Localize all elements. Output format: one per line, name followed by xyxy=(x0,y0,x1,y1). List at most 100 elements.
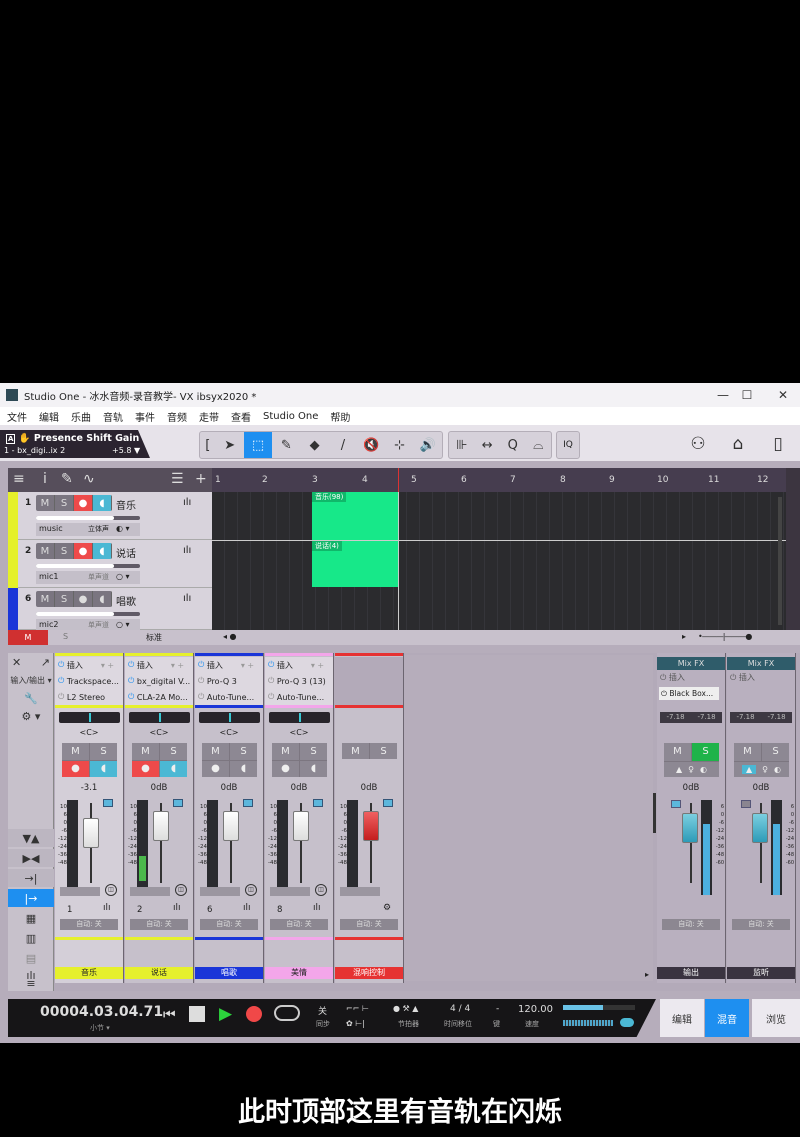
channel-name[interactable]: 音乐 xyxy=(55,967,123,979)
menu-event[interactable]: 事件 xyxy=(135,409,155,424)
snap-button[interactable]: ⊪ xyxy=(449,432,475,458)
power-icon[interactable]: ⏻ xyxy=(58,692,64,702)
edit-icon[interactable] xyxy=(383,799,393,807)
power-icon[interactable]: ⏻ xyxy=(268,660,274,670)
volume-fader[interactable] xyxy=(83,818,99,848)
insert-slot[interactable]: ⏻ CLA-2A Mo... xyxy=(128,690,188,704)
banks-icon[interactable]: ▤ xyxy=(8,949,54,967)
split-tool-button[interactable]: ✎ xyxy=(272,432,300,458)
insert-slot[interactable]: ⏻ Pro-Q 3 (13) xyxy=(268,674,326,688)
edit-icon[interactable] xyxy=(243,799,253,807)
record-arm-button[interactable]: ● xyxy=(132,760,159,777)
insert-header[interactable]: ⏻ 插入 ▾ + xyxy=(58,658,114,672)
zoom-slider[interactable]: •———|———● xyxy=(698,632,752,641)
mute-button[interactable]: M xyxy=(36,591,55,607)
pan-control[interactable] xyxy=(129,712,190,723)
power-icon[interactable]: ⏻ xyxy=(268,676,274,686)
time-unit-select[interactable]: 小节 ▾ xyxy=(90,1023,110,1033)
solo-button[interactable]: S xyxy=(55,495,74,511)
mix-mode-button[interactable]: 混音 xyxy=(705,999,749,1037)
keyboard-icon[interactable]: ▥ xyxy=(8,929,54,947)
arrow-tool-button[interactable]: ➤ xyxy=(216,432,244,458)
track-options-icon[interactable]: ☰ xyxy=(171,471,184,487)
output-icon[interactable]: |→ xyxy=(8,889,54,907)
vertical-scrollbar[interactable] xyxy=(778,497,782,625)
channel-name[interactable]: 混响控制 xyxy=(335,967,403,979)
automation-mode[interactable]: 自动: 关 xyxy=(732,919,790,930)
record-arm-button[interactable]: ● xyxy=(74,543,93,559)
mute-button[interactable]: M xyxy=(734,743,761,761)
volume-fader[interactable] xyxy=(223,811,239,841)
range-tool-button[interactable]: ⬚ xyxy=(243,432,273,458)
automation-mode[interactable]: 自动: 关 xyxy=(60,919,118,930)
io-dropdown[interactable]: 输入/输出 ▾ xyxy=(8,673,54,687)
stretch-button[interactable]: ↔ xyxy=(475,432,501,458)
record-arm-button[interactable]: ● xyxy=(74,591,93,607)
pan-control[interactable] xyxy=(269,712,330,723)
insert-header[interactable]: ⏻ 插入 xyxy=(730,672,755,683)
maximize-button[interactable]: ☐ xyxy=(732,383,762,407)
menu-edit[interactable]: 编辑 xyxy=(39,409,59,424)
edit-icon[interactable] xyxy=(103,799,113,807)
edit-icon[interactable] xyxy=(313,799,323,807)
volume-fader[interactable] xyxy=(363,811,379,841)
detach-icon[interactable]: ↗ xyxy=(8,655,54,669)
insert-slot[interactable]: ⏻ Trackspace... xyxy=(58,674,119,688)
audio-clip[interactable]: 音乐(98) xyxy=(312,492,398,540)
group-slot[interactable] xyxy=(60,887,100,896)
volume-value[interactable]: 0dB xyxy=(195,783,263,793)
insert-header[interactable]: ⏻ 插入 ▾ + xyxy=(268,658,324,672)
browse-mode-button[interactable]: 浏览 xyxy=(752,999,800,1037)
menu-studio-one[interactable]: Studio One xyxy=(263,411,318,422)
dim-icon[interactable]: ▲ xyxy=(742,764,757,774)
menu-transport[interactable]: 走带 xyxy=(199,409,219,424)
insert-header[interactable]: ⏻ 插入 ▾ + xyxy=(128,658,184,672)
toggle-icon[interactable]: ◐ xyxy=(774,765,781,774)
toggle-icon[interactable]: ◐ xyxy=(700,765,707,774)
toggle-icon[interactable]: ○ ▾ xyxy=(116,620,130,629)
stop-button[interactable] xyxy=(189,1006,205,1022)
insert-header[interactable]: ⏻ 插入 xyxy=(660,672,685,683)
insert-slot[interactable]: ⏻ L2 Stereo xyxy=(58,690,105,704)
mic-icon[interactable]: ♀ xyxy=(688,765,694,774)
mute-tool-button[interactable]: 🔇 xyxy=(357,432,385,458)
time-display[interactable]: 00004.03.04.71 xyxy=(40,1004,163,1020)
edit-mode-button[interactable]: 编辑 xyxy=(660,999,704,1037)
power-icon[interactable]: ⏻ xyxy=(268,692,274,702)
volume-value[interactable]: 0dB xyxy=(727,783,795,793)
volume-slider[interactable] xyxy=(36,564,140,568)
audio-clip[interactable]: 说话(4) xyxy=(312,541,398,587)
insert-slot[interactable]: ⏻ Auto-Tune... xyxy=(268,690,324,704)
key-value[interactable]: - xyxy=(496,1004,499,1014)
mute-button[interactable]: M xyxy=(342,743,369,759)
channel-name[interactable]: 说话 xyxy=(125,967,193,979)
volume-value[interactable]: 0dB xyxy=(335,783,403,793)
volume-fader[interactable] xyxy=(293,811,309,841)
volume-value[interactable]: 0dB xyxy=(657,783,725,793)
waveform-icon[interactable]: ılı xyxy=(183,497,191,508)
dim-icon[interactable]: ▲ xyxy=(676,765,682,774)
record-arm-button[interactable]: ● xyxy=(272,760,299,777)
instrument-icon[interactable]: ▦ xyxy=(8,909,54,927)
monitor-button[interactable]: ◖ xyxy=(300,760,327,777)
monitor-button[interactable]: ◖ xyxy=(90,760,117,777)
fx-icon[interactable]: ⚙ xyxy=(383,903,391,913)
autoscroll-button[interactable]: ⌓ xyxy=(526,432,552,458)
volume-value[interactable]: 0dB xyxy=(125,783,193,793)
power-icon[interactable]: ⏻ xyxy=(128,692,134,702)
track-row[interactable]: 2 M S ● ◖ 说话 ılı mic1 单声道 ○ ▾ xyxy=(8,540,212,588)
volume-fader[interactable] xyxy=(153,811,169,841)
play-button[interactable]: ▶ xyxy=(219,1004,232,1024)
edit-icon[interactable] xyxy=(671,800,681,808)
input-selector[interactable]: mic1 单声道 ○ ▾ xyxy=(36,571,140,584)
metronome-icon[interactable]: ● ⚒ ▲ xyxy=(393,1004,418,1013)
channel-name[interactable]: 美情 xyxy=(265,967,333,979)
settings-dropdown[interactable]: ⚙ ▾ xyxy=(8,709,54,723)
paint-tool-button[interactable]: / xyxy=(329,432,357,458)
parameter-info-box[interactable]: A ✋ Presence Shift Gain 1 - bx_digi..ix … xyxy=(0,430,150,458)
input-selector[interactable]: music 立体声 ◐ ▾ xyxy=(36,523,140,536)
menu-view[interactable]: 查看 xyxy=(231,409,251,424)
record-arm-button[interactable]: ● xyxy=(62,760,89,777)
quantize-button[interactable]: Q xyxy=(500,432,526,458)
solo-button[interactable]: S xyxy=(55,591,74,607)
